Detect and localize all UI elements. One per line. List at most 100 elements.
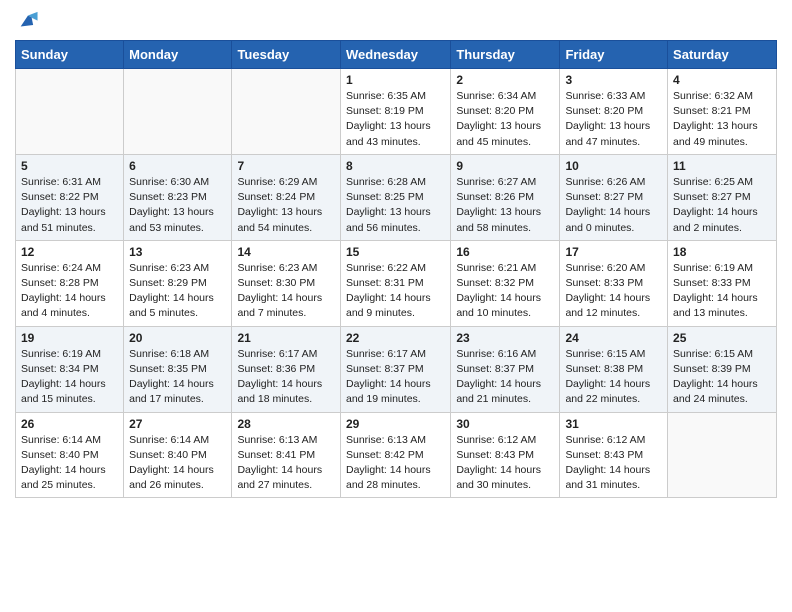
calendar-cell: 5 Sunrise: 6:31 AM Sunset: 8:22 PM Daylig… — [16, 154, 124, 240]
calendar-cell — [668, 412, 777, 498]
day-number: 25 — [673, 331, 771, 345]
day-info: Sunrise: 6:19 AM Sunset: 8:34 PM Dayligh… — [21, 347, 118, 408]
day-info: Sunrise: 6:13 AM Sunset: 8:41 PM Dayligh… — [237, 433, 335, 494]
day-info: Sunrise: 6:12 AM Sunset: 8:43 PM Dayligh… — [456, 433, 554, 494]
day-info: Sunrise: 6:26 AM Sunset: 8:27 PM Dayligh… — [565, 175, 662, 236]
calendar-cell: 7Sunrise: 6:29 AM Sunset: 8:24 PM Daylig… — [232, 154, 341, 240]
day-info: Sunrise: 6:35 AM Sunset: 8:19 PM Dayligh… — [346, 89, 445, 150]
calendar-cell: 9 Sunrise: 6:27 AM Sunset: 8:26 PM Daylig… — [451, 154, 560, 240]
column-header-monday: Monday — [124, 41, 232, 69]
calendar-cell: 10 Sunrise: 6:26 AM Sunset: 8:27 PM Dayli… — [560, 154, 668, 240]
day-info: Sunrise: 6:20 AM Sunset: 8:33 PM Dayligh… — [565, 261, 662, 322]
day-number: 23 — [456, 331, 554, 345]
day-number: 6 — [129, 159, 226, 173]
calendar-cell: 13 Sunrise: 6:23 AM Sunset: 8:29 PM Dayli… — [124, 240, 232, 326]
column-header-wednesday: Wednesday — [340, 41, 450, 69]
calendar-week-row: 19 Sunrise: 6:19 AM Sunset: 8:34 PM Dayli… — [16, 326, 777, 412]
day-number: 14 — [237, 245, 335, 259]
day-number: 16 — [456, 245, 554, 259]
calendar-cell: 23 Sunrise: 6:16 AM Sunset: 8:37 PM Dayli… — [451, 326, 560, 412]
calendar-cell — [124, 69, 232, 155]
day-info: Sunrise: 6:16 AM Sunset: 8:37 PM Dayligh… — [456, 347, 554, 408]
day-number: 31 — [565, 417, 662, 431]
day-info: Sunrise: 6:34 AM Sunset: 8:20 PM Dayligh… — [456, 89, 554, 150]
calendar-cell: 14Sunrise: 6:23 AM Sunset: 8:30 PM Dayli… — [232, 240, 341, 326]
logo-bird-icon — [17, 10, 39, 32]
day-number: 12 — [21, 245, 118, 259]
day-info: Sunrise: 6:13 AM Sunset: 8:42 PM Dayligh… — [346, 433, 445, 494]
calendar-cell: 11 Sunrise: 6:25 AM Sunset: 8:27 PM Dayli… — [668, 154, 777, 240]
day-number: 17 — [565, 245, 662, 259]
day-info: Sunrise: 6:28 AM Sunset: 8:25 PM Dayligh… — [346, 175, 445, 236]
day-info: Sunrise: 6:15 AM Sunset: 8:39 PM Dayligh… — [673, 347, 771, 408]
day-number: 4 — [673, 73, 771, 87]
day-number: 30 — [456, 417, 554, 431]
day-info: Sunrise: 6:12 AM Sunset: 8:43 PM Dayligh… — [565, 433, 662, 494]
day-number: 22 — [346, 331, 445, 345]
column-header-tuesday: Tuesday — [232, 41, 341, 69]
calendar-cell: 16 Sunrise: 6:21 AM Sunset: 8:32 PM Dayli… — [451, 240, 560, 326]
calendar-cell — [16, 69, 124, 155]
calendar-week-row: 12 Sunrise: 6:24 AM Sunset: 8:28 PM Dayli… — [16, 240, 777, 326]
column-header-saturday: Saturday — [668, 41, 777, 69]
calendar-cell: 15Sunrise: 6:22 AM Sunset: 8:31 PM Dayli… — [340, 240, 450, 326]
day-info: Sunrise: 6:17 AM Sunset: 8:36 PM Dayligh… — [237, 347, 335, 408]
calendar-cell: 22 Sunrise: 6:17 AM Sunset: 8:37 PM Dayli… — [340, 326, 450, 412]
calendar-cell: 24Sunrise: 6:15 AM Sunset: 8:38 PM Dayli… — [560, 326, 668, 412]
column-header-thursday: Thursday — [451, 41, 560, 69]
day-info: Sunrise: 6:15 AM Sunset: 8:38 PM Dayligh… — [565, 347, 662, 408]
day-info: Sunrise: 6:33 AM Sunset: 8:20 PM Dayligh… — [565, 89, 662, 150]
calendar-cell: 17 Sunrise: 6:20 AM Sunset: 8:33 PM Dayli… — [560, 240, 668, 326]
day-number: 19 — [21, 331, 118, 345]
calendar-table: SundayMondayTuesdayWednesdayThursdayFrid… — [15, 40, 777, 498]
day-number: 3 — [565, 73, 662, 87]
column-header-sunday: Sunday — [16, 41, 124, 69]
calendar-cell: 29 Sunrise: 6:13 AM Sunset: 8:42 PM Dayli… — [340, 412, 450, 498]
calendar-cell: 12 Sunrise: 6:24 AM Sunset: 8:28 PM Dayli… — [16, 240, 124, 326]
calendar-cell: 8 Sunrise: 6:28 AM Sunset: 8:25 PM Daylig… — [340, 154, 450, 240]
page-header — [15, 10, 777, 32]
day-number: 28 — [237, 417, 335, 431]
day-info: Sunrise: 6:19 AM Sunset: 8:33 PM Dayligh… — [673, 261, 771, 322]
calendar-week-row: 1 Sunrise: 6:35 AM Sunset: 8:19 PM Daylig… — [16, 69, 777, 155]
column-header-friday: Friday — [560, 41, 668, 69]
day-number: 9 — [456, 159, 554, 173]
day-number: 15 — [346, 245, 445, 259]
calendar-cell: 27Sunrise: 6:14 AM Sunset: 8:40 PM Dayli… — [124, 412, 232, 498]
day-number: 11 — [673, 159, 771, 173]
calendar-cell: 6 Sunrise: 6:30 AM Sunset: 8:23 PM Daylig… — [124, 154, 232, 240]
day-info: Sunrise: 6:32 AM Sunset: 8:21 PM Dayligh… — [673, 89, 771, 150]
day-info: Sunrise: 6:24 AM Sunset: 8:28 PM Dayligh… — [21, 261, 118, 322]
calendar-cell — [232, 69, 341, 155]
day-number: 20 — [129, 331, 226, 345]
day-info: Sunrise: 6:29 AM Sunset: 8:24 PM Dayligh… — [237, 175, 335, 236]
day-info: Sunrise: 6:27 AM Sunset: 8:26 PM Dayligh… — [456, 175, 554, 236]
day-number: 29 — [346, 417, 445, 431]
calendar-cell: 19 Sunrise: 6:19 AM Sunset: 8:34 PM Dayli… — [16, 326, 124, 412]
calendar-cell: 26 Sunrise: 6:14 AM Sunset: 8:40 PM Dayli… — [16, 412, 124, 498]
calendar-cell: 4 Sunrise: 6:32 AM Sunset: 8:21 PM Daylig… — [668, 69, 777, 155]
day-info: Sunrise: 6:30 AM Sunset: 8:23 PM Dayligh… — [129, 175, 226, 236]
day-info: Sunrise: 6:21 AM Sunset: 8:32 PM Dayligh… — [456, 261, 554, 322]
calendar-cell: 1 Sunrise: 6:35 AM Sunset: 8:19 PM Daylig… — [340, 69, 450, 155]
day-number: 10 — [565, 159, 662, 173]
day-info: Sunrise: 6:18 AM Sunset: 8:35 PM Dayligh… — [129, 347, 226, 408]
day-info: Sunrise: 6:31 AM Sunset: 8:22 PM Dayligh… — [21, 175, 118, 236]
calendar-cell: 28 Sunrise: 6:13 AM Sunset: 8:41 PM Dayli… — [232, 412, 341, 498]
day-number: 5 — [21, 159, 118, 173]
calendar-header-row: SundayMondayTuesdayWednesdayThursdayFrid… — [16, 41, 777, 69]
day-info: Sunrise: 6:17 AM Sunset: 8:37 PM Dayligh… — [346, 347, 445, 408]
day-number: 8 — [346, 159, 445, 173]
day-number: 18 — [673, 245, 771, 259]
day-info: Sunrise: 6:14 AM Sunset: 8:40 PM Dayligh… — [129, 433, 226, 494]
day-number: 2 — [456, 73, 554, 87]
calendar-week-row: 26 Sunrise: 6:14 AM Sunset: 8:40 PM Dayli… — [16, 412, 777, 498]
day-info: Sunrise: 6:23 AM Sunset: 8:29 PM Dayligh… — [129, 261, 226, 322]
day-info: Sunrise: 6:14 AM Sunset: 8:40 PM Dayligh… — [21, 433, 118, 494]
day-number: 13 — [129, 245, 226, 259]
day-number: 21 — [237, 331, 335, 345]
day-info: Sunrise: 6:25 AM Sunset: 8:27 PM Dayligh… — [673, 175, 771, 236]
day-number: 26 — [21, 417, 118, 431]
day-number: 1 — [346, 73, 445, 87]
calendar-cell: 30 Sunrise: 6:12 AM Sunset: 8:43 PM Dayli… — [451, 412, 560, 498]
